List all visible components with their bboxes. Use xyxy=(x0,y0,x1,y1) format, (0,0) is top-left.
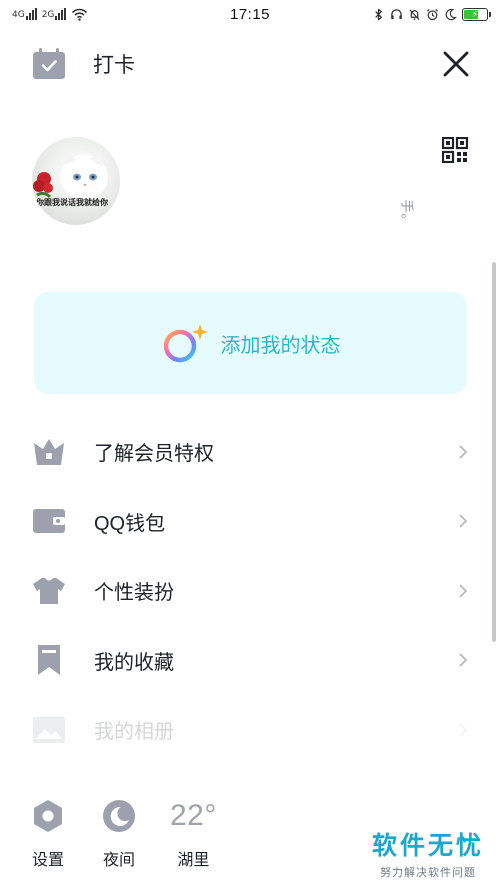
add-status-card[interactable]: 添加我的状态 xyxy=(34,292,467,394)
menu-item-favorites[interactable]: 我的收藏 xyxy=(0,626,500,696)
avatar-caption: 你跟我说话我就给你 xyxy=(36,197,108,207)
menu-item-dressup[interactable]: 个性装扮 xyxy=(0,556,500,626)
avatar-image xyxy=(33,149,108,199)
calendar-check-icon xyxy=(33,48,65,79)
chevron-right-icon xyxy=(459,514,468,528)
network-type-2: 2G xyxy=(41,10,55,20)
night-mode-label: 夜间 xyxy=(102,852,135,869)
menu-item-label: 了解会员特权 xyxy=(94,443,214,466)
bookmark-icon xyxy=(32,643,66,677)
night-mode-icon xyxy=(102,798,136,834)
settings-button[interactable]: 设置 xyxy=(31,798,65,870)
close-icon[interactable] xyxy=(442,50,470,78)
moon-icon xyxy=(445,8,457,20)
watermark-title: 软件无忧 xyxy=(371,832,484,860)
status-left: 4G 2G xyxy=(12,8,162,21)
night-mode-button[interactable]: 夜间 xyxy=(102,798,136,870)
status-bar: 4G 2G 17:15 ⚡ xyxy=(0,0,500,28)
network-type-1: 4G xyxy=(12,10,25,20)
menu-item-label: 个性装扮 xyxy=(94,582,174,605)
bluetooth-icon xyxy=(375,8,382,20)
weather-button[interactable]: 22° 湖里 xyxy=(170,798,217,870)
menu-item-label: 我的收藏 xyxy=(94,651,174,674)
qr-code-icon[interactable] xyxy=(442,137,468,163)
album-icon xyxy=(32,713,66,747)
chevron-right-icon xyxy=(459,653,468,667)
vip-basket-icon xyxy=(32,435,66,469)
status-right: ⚡ xyxy=(338,7,491,21)
drawer-menu: 了解会员特权 QQ钱包 个性装扮 我的收藏 我的相册 xyxy=(0,417,500,765)
signal-4g-icon: 4G xyxy=(12,8,37,20)
punch-in-button[interactable]: 打卡 xyxy=(32,48,135,80)
battery-icon: ⚡ xyxy=(461,7,491,21)
menu-item-label: 我的相册 xyxy=(94,721,174,744)
shirt-icon xyxy=(32,574,66,608)
wallet-icon xyxy=(32,504,66,538)
scrollbar[interactable] xyxy=(492,262,496,642)
chevron-right-icon xyxy=(459,445,468,459)
weather-temperature: 22° xyxy=(170,799,217,832)
headset-icon xyxy=(391,8,402,19)
settings-hexagon-icon xyxy=(31,798,65,834)
weather-city: 湖里 xyxy=(177,852,210,869)
menu-item-vip[interactable]: 了解会员特权 xyxy=(0,417,500,487)
add-status-label: 添加我的状态 xyxy=(220,334,341,357)
mute-bell-icon xyxy=(409,8,420,20)
menu-item-wallet[interactable]: QQ钱包 xyxy=(0,487,500,557)
wifi-icon xyxy=(72,8,88,21)
chevron-right-icon xyxy=(459,584,468,598)
menu-item-album[interactable]: 我的相册 xyxy=(0,695,500,765)
watermark-subtitle: 努力解决软件问题 xyxy=(379,867,476,879)
signal-2g-icon: 2G xyxy=(42,8,67,20)
status-time: 17:15 xyxy=(229,5,271,23)
settings-label: 设置 xyxy=(31,852,64,869)
watermark: 软件无忧 努力解决软件问题 xyxy=(372,826,484,880)
signature-text[interactable]: 手。 xyxy=(398,199,417,227)
status-ring-icon xyxy=(163,324,208,363)
avatar[interactable]: 你跟我说话我就给你 xyxy=(32,137,120,225)
punch-in-label: 打卡 xyxy=(93,54,135,77)
alarm-icon xyxy=(426,8,439,20)
chevron-right-icon xyxy=(459,723,468,737)
menu-item-label: QQ钱包 xyxy=(94,512,166,535)
